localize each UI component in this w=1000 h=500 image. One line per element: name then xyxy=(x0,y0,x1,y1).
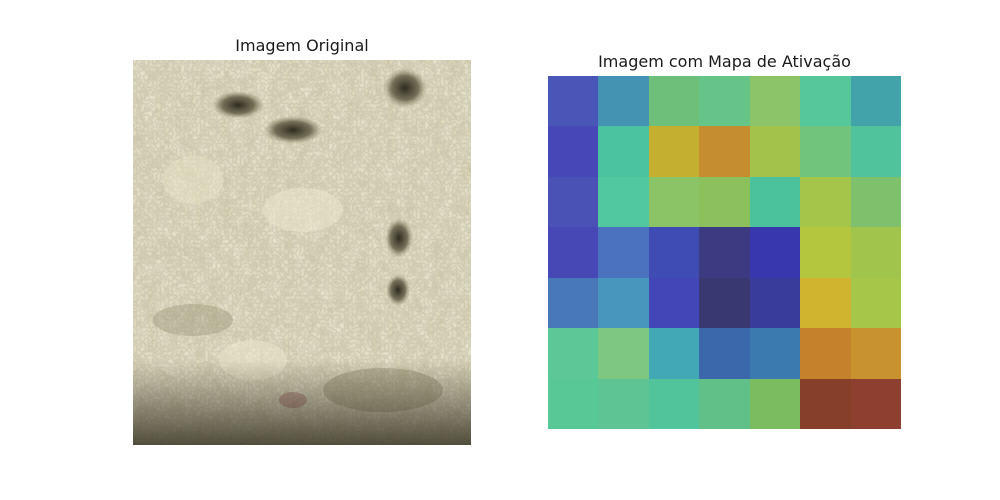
heatmap-cell xyxy=(800,378,851,429)
heatmap-cell xyxy=(749,227,801,278)
heatmap-cell xyxy=(648,328,700,379)
heatmap-cell xyxy=(548,126,599,177)
heatmap-cell xyxy=(598,176,649,228)
heatmap-cell xyxy=(699,126,750,177)
heatmap-cell xyxy=(800,76,851,127)
heatmap-cell xyxy=(749,277,801,329)
heatmap-cell xyxy=(598,76,649,127)
heatmap-cell xyxy=(598,328,649,379)
heatmap-cell xyxy=(800,227,851,278)
heatmap-cell xyxy=(648,76,700,127)
heatmap-cell xyxy=(800,176,851,228)
heatmap-cell xyxy=(598,277,649,329)
heatmap-cell xyxy=(598,227,649,278)
heatmap-cell xyxy=(850,378,901,429)
heatmap-cell xyxy=(699,176,750,228)
heatmap-cell xyxy=(548,378,599,429)
original-image-title: Imagem Original xyxy=(235,36,369,55)
heatmap-cell xyxy=(699,76,750,127)
heatmap-cell xyxy=(699,277,750,329)
heatmap-cell xyxy=(749,126,801,177)
heatmap-cell xyxy=(648,378,700,429)
activation-heatmap-grid xyxy=(548,76,901,429)
heatmap-cell xyxy=(648,227,700,278)
heatmap-cell xyxy=(548,76,599,127)
heatmap-cell xyxy=(699,227,750,278)
heatmap-cell xyxy=(648,176,700,228)
heatmap-cell xyxy=(598,126,649,177)
heatmap-cell xyxy=(548,328,599,379)
heatmap-cell xyxy=(548,277,599,329)
heatmap-cell xyxy=(800,328,851,379)
heatmap-cell xyxy=(648,126,700,177)
heatmap-cell xyxy=(850,76,901,127)
heatmap-cell xyxy=(699,378,750,429)
heatmap-cell xyxy=(548,176,599,228)
heatmap-cell xyxy=(850,126,901,177)
heatmap-cell xyxy=(648,277,700,329)
heatmap-cell xyxy=(850,328,901,379)
heatmap-cell xyxy=(850,227,901,278)
activation-map-title: Imagem com Mapa de Ativação xyxy=(598,52,851,71)
heatmap-cell xyxy=(850,277,901,329)
heatmap-cell xyxy=(800,277,851,329)
original-wool-photo xyxy=(133,60,471,445)
heatmap-cell xyxy=(749,76,801,127)
heatmap-cell xyxy=(800,126,851,177)
heatmap-cell xyxy=(850,176,901,228)
heatmap-cell xyxy=(598,378,649,429)
heatmap-cell xyxy=(749,328,801,379)
heatmap-cell xyxy=(548,227,599,278)
heatmap-cell xyxy=(749,176,801,228)
heatmap-cell xyxy=(699,328,750,379)
heatmap-cell xyxy=(749,378,801,429)
